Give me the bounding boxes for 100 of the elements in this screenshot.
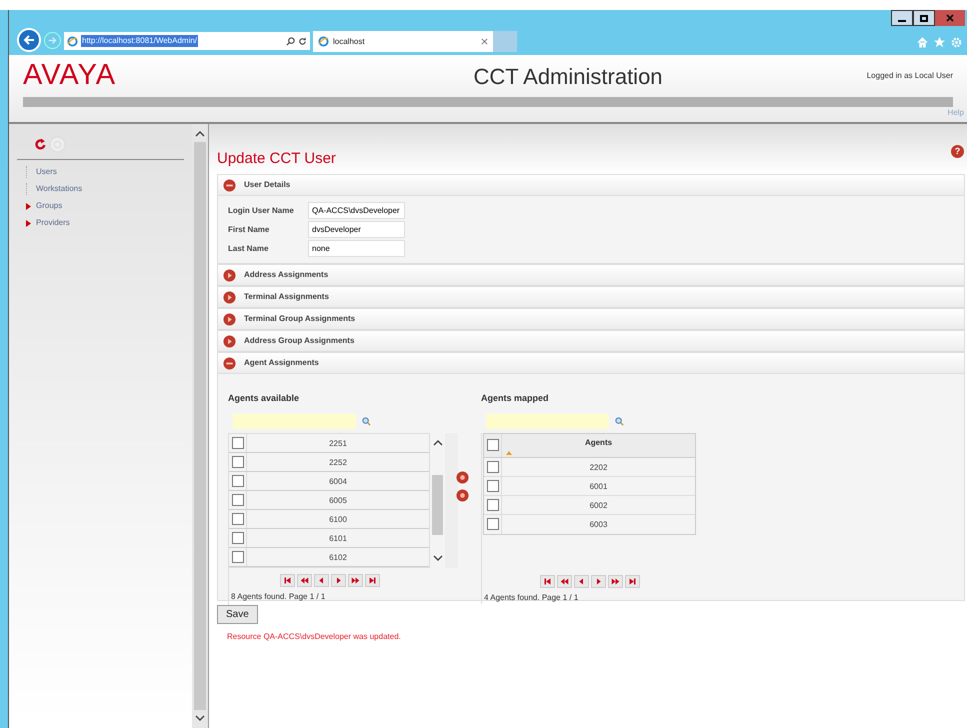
checkbox[interactable] <box>232 436 244 448</box>
previous-page-button[interactable] <box>314 574 329 586</box>
maximize-button[interactable] <box>913 10 935 26</box>
expand-arrow-icon[interactable] <box>26 202 31 210</box>
address-bar[interactable]: http://localhost:8081/WebAdmin/ <box>64 32 310 50</box>
scrollbar[interactable] <box>192 124 209 728</box>
fast-forward-button[interactable] <box>608 574 622 588</box>
back-arrow-icon <box>23 34 35 46</box>
text-field[interactable]: QA-ACCS\dvsDeveloper <box>308 202 405 219</box>
first-page-button[interactable] <box>280 574 295 586</box>
url-text: http://localhost:8081/WebAdmin/ <box>81 35 198 47</box>
chevron-up-icon[interactable] <box>432 438 442 446</box>
browser-logo-icon <box>318 36 329 47</box>
chevron-down-icon[interactable] <box>195 715 205 722</box>
rewind-button[interactable] <box>297 574 312 586</box>
tree-item[interactable]: Providers <box>36 217 70 229</box>
checkbox[interactable] <box>232 550 244 562</box>
app-title: CCT Administration <box>472 62 664 90</box>
table-cell-text: 6101 <box>328 532 348 544</box>
bar-arrow-icon <box>283 576 292 584</box>
field-label: Last Name <box>228 242 270 254</box>
logo: AVAYA <box>23 58 118 94</box>
tree-item[interactable]: Groups <box>36 200 62 212</box>
section-header[interactable]: Terminal Group Assignments <box>217 308 965 330</box>
browser-logo-icon <box>67 36 78 46</box>
bar-arrow-icon <box>368 576 377 584</box>
double-triangle-icon <box>610 576 620 586</box>
last-page-button[interactable] <box>365 574 380 586</box>
field-label: Login User Name <box>228 204 295 216</box>
checkbox[interactable] <box>486 498 498 510</box>
section-header[interactable]: Address Group Assignments <box>217 330 965 352</box>
bar-arrow-icon <box>542 576 552 586</box>
result-count: 8 Agents found. Page 1 / 1 <box>230 590 326 602</box>
text-field[interactable]: dvsDeveloper <box>308 221 405 238</box>
tree-item[interactable]: Workstations <box>36 183 82 195</box>
result-count: 4 Agents found. Page 1 / 1 <box>483 592 580 604</box>
first-page-button[interactable] <box>540 574 554 588</box>
section-header[interactable]: Address Assignments <box>217 264 965 286</box>
rewind-button[interactable] <box>556 574 572 588</box>
previous-page-button[interactable] <box>574 574 588 588</box>
status-message: Resource QA-ACCS\dvsDeveloper was updated. <box>227 631 402 643</box>
browser-tab[interactable]: localhost <box>313 31 493 52</box>
table-cell-text: 6001 <box>588 480 608 492</box>
checkbox[interactable] <box>486 518 498 530</box>
search-icon[interactable] <box>286 36 295 46</box>
table-cell-text: 6004 <box>328 476 348 488</box>
section-header[interactable]: User Details <box>217 174 965 196</box>
checkbox[interactable] <box>232 532 244 544</box>
field-label: First Name <box>228 224 270 236</box>
list-title: Agents available <box>228 392 300 405</box>
back-button[interactable] <box>17 28 41 52</box>
page-title: Update CCT User <box>217 148 336 168</box>
save-button[interactable]: Save <box>217 605 258 624</box>
section-header[interactable]: Terminal Assignments <box>217 286 965 308</box>
text-field[interactable]: none <box>308 240 405 257</box>
tab-title: localhost <box>333 36 365 48</box>
chevron-down-icon[interactable] <box>432 554 442 562</box>
table-cell-text: 6005 <box>328 494 348 506</box>
double-triangle-icon <box>300 576 309 584</box>
move-left-button[interactable] <box>456 489 469 502</box>
fast-forward-button[interactable] <box>348 574 363 586</box>
table-cell-text: 6002 <box>588 500 608 512</box>
double-triangle-icon <box>351 576 360 584</box>
table-cell-text: 2252 <box>328 456 348 468</box>
refresh-icon[interactable] <box>34 138 47 151</box>
chevron-up-icon[interactable] <box>195 130 205 137</box>
move-right-button[interactable] <box>456 471 469 484</box>
checkbox[interactable] <box>232 474 244 486</box>
close-icon[interactable] <box>481 38 488 45</box>
next-page-button[interactable] <box>331 574 346 586</box>
checkbox[interactable] <box>486 439 498 451</box>
help-icon[interactable]: ? <box>951 145 964 158</box>
minimize-button[interactable] <box>891 10 913 26</box>
checkbox[interactable] <box>232 512 244 524</box>
checkbox[interactable] <box>232 456 244 468</box>
checkbox[interactable] <box>486 460 498 472</box>
search-field[interactable] <box>233 414 356 428</box>
last-page-button[interactable] <box>624 574 640 588</box>
table-cell-text: 2251 <box>328 438 348 450</box>
section-header[interactable]: Agent Assignments <box>217 352 965 374</box>
bar-arrow-icon <box>628 576 636 586</box>
next-page-button[interactable] <box>590 574 606 588</box>
tree-item[interactable]: Users <box>36 166 57 178</box>
star-icon[interactable] <box>934 37 945 48</box>
forward-arrow-icon <box>48 36 57 45</box>
column-header[interactable]: Agents <box>584 436 612 448</box>
search-field[interactable] <box>486 414 609 428</box>
close-icon <box>946 14 954 22</box>
login-status: Logged in as Local User <box>866 70 953 82</box>
close-button[interactable] <box>935 10 965 26</box>
table-cell-text: 6100 <box>328 514 348 526</box>
checkbox[interactable] <box>486 480 498 492</box>
checkbox[interactable] <box>232 494 244 506</box>
table-cell-text: 2202 <box>588 462 608 474</box>
table-cell-text: 6102 <box>328 552 348 564</box>
double-triangle-icon <box>560 576 568 586</box>
list-title: Agents mapped <box>481 392 550 405</box>
table-cell-text: 6003 <box>588 518 608 530</box>
refresh-icon[interactable] <box>298 36 307 46</box>
expand-arrow-icon[interactable] <box>26 220 31 226</box>
